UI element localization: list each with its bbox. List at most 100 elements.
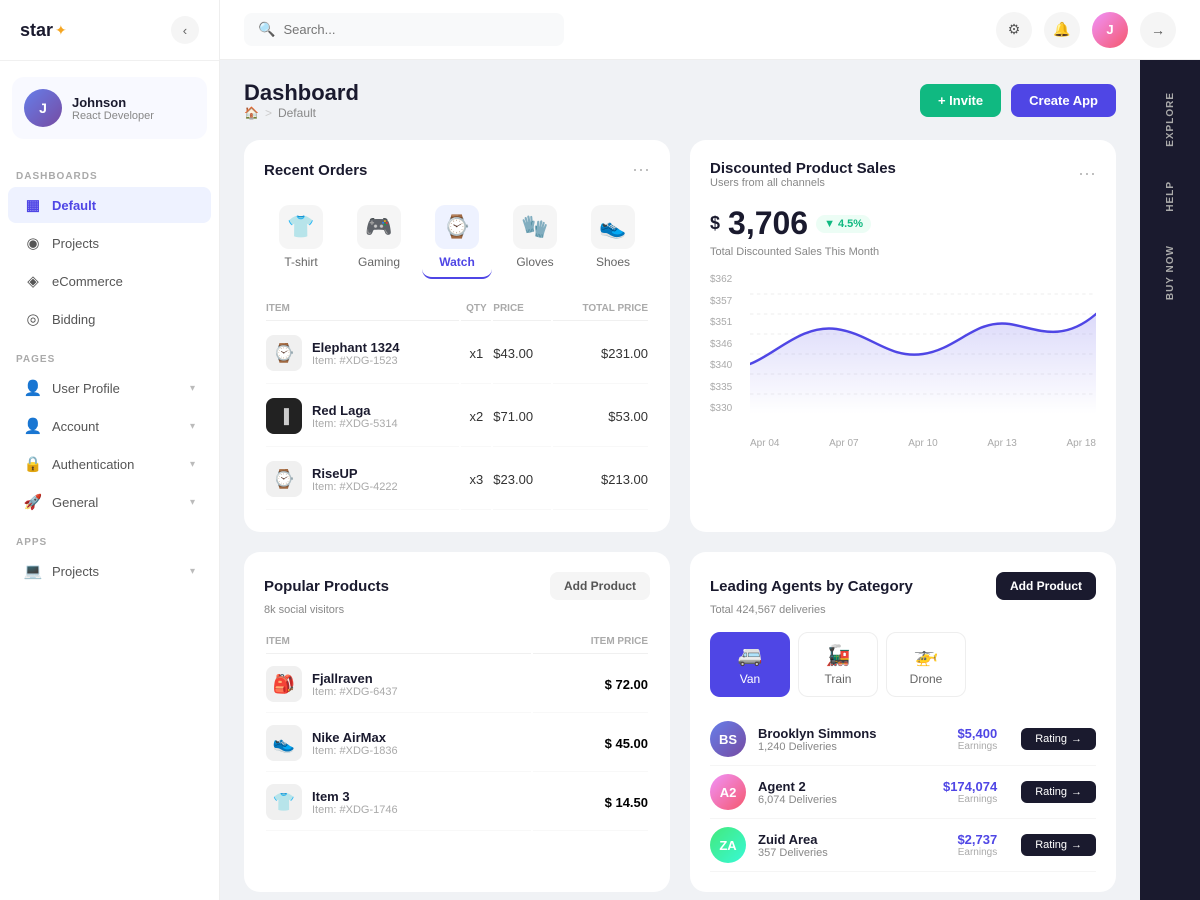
product-cell: 🎒 Fjallraven Item: #XDG-6437 bbox=[266, 656, 531, 713]
sidebar-item-label: Bidding bbox=[52, 312, 95, 327]
ecommerce-icon: ◈ bbox=[24, 272, 42, 290]
sidebar-item-authentication[interactable]: 🔒 Authentication ▾ bbox=[8, 446, 211, 482]
item-total: $231.00 bbox=[553, 323, 648, 384]
chart-y-labels: $362 $357 $351 $346 $340 $335 $330 bbox=[710, 274, 746, 414]
sidebar-item-projects[interactable]: ◉ Projects bbox=[8, 225, 211, 261]
sidebar-item-projects-app[interactable]: 💻 Projects ▾ bbox=[8, 553, 211, 589]
tab-tshirt[interactable]: 👕 T-shirt bbox=[266, 197, 336, 279]
sidebar-item-label: User Profile bbox=[52, 381, 120, 396]
train-icon: 🚂 bbox=[826, 643, 851, 668]
category-tabs: 👕 T-shirt 🎮 Gaming ⌚ Watch 🧤 bbox=[264, 197, 650, 279]
item-qty: x2 bbox=[461, 386, 491, 447]
settings-icon-button[interactable]: ⚙ bbox=[996, 12, 1032, 48]
header-avatar[interactable]: J bbox=[1092, 12, 1128, 48]
agent-name: Zuid Area bbox=[758, 832, 905, 847]
sidebar-section-pages: PAGES bbox=[0, 338, 219, 369]
sidebar-item-general[interactable]: 🚀 General ▾ bbox=[8, 484, 211, 520]
arrow-right-icon-button[interactable]: → bbox=[1140, 12, 1176, 48]
sidebar-logo-area: star ✦ ‹ bbox=[0, 0, 219, 61]
sidebar-item-account[interactable]: 👤 Account ▾ bbox=[8, 408, 211, 444]
sidebar-item-bidding[interactable]: ◎ Bidding bbox=[8, 301, 211, 337]
sidebar-collapse-button[interactable]: ‹ bbox=[171, 16, 199, 44]
sidebar-item-ecommerce[interactable]: ◈ eCommerce bbox=[8, 263, 211, 299]
agent-earnings: $2,737 bbox=[917, 832, 997, 847]
search-bar[interactable]: 🔍 bbox=[244, 13, 564, 46]
add-product-button[interactable]: Add Product bbox=[550, 572, 650, 600]
item-qty: x3 bbox=[461, 449, 491, 510]
logo: star ✦ bbox=[20, 20, 67, 41]
chevron-down-icon: ▾ bbox=[190, 421, 195, 432]
agent-category-tabs: 🚐 Van 🚂 Train 🚁 Drone bbox=[710, 632, 1096, 697]
popular-products-card: Popular Products Add Product 8k social v… bbox=[244, 552, 670, 892]
sidebar-item-label: Authentication bbox=[52, 457, 134, 472]
tab-watch[interactable]: ⌚ Watch bbox=[422, 197, 492, 279]
x-label: Apr 04 bbox=[750, 438, 779, 449]
agent-earnings: $174,074 bbox=[917, 779, 997, 794]
product-cell: 👕 Item 3 Item: #XDG-1746 bbox=[266, 774, 531, 831]
agent-deliveries: 357 Deliveries bbox=[758, 847, 905, 859]
agent-deliveries: 6,074 Deliveries bbox=[758, 794, 905, 806]
notifications-icon-button[interactable]: 🔔 bbox=[1044, 12, 1080, 48]
item-total: $213.00 bbox=[553, 449, 648, 510]
sidebar-item-label: Account bbox=[52, 419, 99, 434]
leading-agents-header: Leading Agents by Category Add Product bbox=[710, 572, 1096, 600]
col-total: TOTAL PRICE bbox=[553, 297, 648, 321]
sale-badge: ▼ 4.5% bbox=[816, 215, 871, 233]
leading-agents-card: Leading Agents by Category Add Product T… bbox=[690, 552, 1116, 892]
sale-value: 3,706 bbox=[728, 205, 808, 242]
van-icon: 🚐 bbox=[738, 643, 763, 668]
avatar: J bbox=[24, 89, 62, 127]
search-input[interactable] bbox=[283, 22, 550, 37]
sidebar-section-apps: APPS bbox=[0, 521, 219, 552]
tab-gloves[interactable]: 🧤 Gloves bbox=[500, 197, 570, 279]
la-title: Leading Agents by Category bbox=[710, 578, 913, 595]
chart-svg bbox=[750, 274, 1096, 414]
invite-button[interactable]: + Invite bbox=[920, 84, 1001, 117]
chevron-down-icon: ▾ bbox=[190, 459, 195, 470]
tab-train[interactable]: 🚂 Train bbox=[798, 632, 878, 697]
product-id: Item: #XDG-1836 bbox=[312, 745, 398, 757]
la-add-product-button[interactable]: Add Product bbox=[996, 572, 1096, 600]
list-item: A2 Agent 2 6,074 Deliveries $174,074 Ear… bbox=[710, 766, 1096, 819]
rating-button[interactable]: Rating → bbox=[1021, 834, 1096, 856]
agent-info: Zuid Area 357 Deliveries bbox=[758, 832, 905, 859]
col-price: PRICE bbox=[493, 297, 551, 321]
help-button[interactable]: Help bbox=[1165, 169, 1176, 224]
list-item: 👟 Nike AirMax Item: #XDG-1836 $ 45.00 bbox=[266, 715, 648, 772]
search-icon: 🔍 bbox=[258, 21, 275, 38]
rating-button[interactable]: Rating → bbox=[1021, 728, 1096, 750]
arrow-right-icon: → bbox=[1071, 786, 1082, 798]
tab-van[interactable]: 🚐 Van bbox=[710, 632, 790, 697]
currency-symbol: $ bbox=[710, 213, 720, 234]
explore-button[interactable]: Explore bbox=[1165, 80, 1176, 159]
shoes-icon: 👟 bbox=[591, 205, 635, 249]
table-row: ⌚ RiseUP Item: #XDG-4222 x3 $23.00 bbox=[266, 449, 648, 510]
tab-drone[interactable]: 🚁 Drone bbox=[886, 632, 966, 697]
agent-info: Brooklyn Simmons 1,240 Deliveries bbox=[758, 726, 905, 753]
sidebar-item-user-profile[interactable]: 👤 User Profile ▾ bbox=[8, 370, 211, 406]
main-content: Dashboard 🏠 > Default + Invite Create Ap… bbox=[220, 60, 1140, 900]
rating-button[interactable]: Rating → bbox=[1021, 781, 1096, 803]
breadcrumb: 🏠 > Default bbox=[244, 106, 359, 120]
create-app-button[interactable]: Create App bbox=[1011, 84, 1116, 117]
tshirt-icon: 👕 bbox=[279, 205, 323, 249]
earnings-label: Earnings bbox=[917, 847, 997, 858]
more-options-icon[interactable]: ⋯ bbox=[632, 160, 650, 181]
discounted-sales-card: Discounted Product Sales Users from all … bbox=[690, 140, 1116, 532]
tab-shoes[interactable]: 👟 Shoes bbox=[578, 197, 648, 279]
tab-gaming[interactable]: 🎮 Gaming bbox=[344, 197, 414, 279]
sidebar-item-label: eCommerce bbox=[52, 274, 123, 289]
item-image: ⌚ bbox=[266, 461, 302, 497]
product-price: $ 72.00 bbox=[533, 656, 648, 713]
more-options-icon[interactable]: ⋯ bbox=[1078, 164, 1096, 185]
agent-name: Agent 2 bbox=[758, 779, 905, 794]
agent-avatar: ZA bbox=[710, 827, 746, 863]
sale-amount-row: $ 3,706 ▼ 4.5% bbox=[710, 205, 1096, 242]
item-name: RiseUP bbox=[312, 466, 398, 481]
sidebar-item-default[interactable]: ▦ Default bbox=[8, 187, 211, 223]
buy-now-button[interactable]: Buy now bbox=[1165, 233, 1176, 312]
sidebar-section-dashboards: DASHBOARDS bbox=[0, 155, 219, 186]
arrow-right-icon: → bbox=[1071, 733, 1082, 745]
agent-earnings-block: $5,400 Earnings bbox=[917, 726, 997, 752]
trend-down-icon: ▼ bbox=[824, 218, 835, 230]
